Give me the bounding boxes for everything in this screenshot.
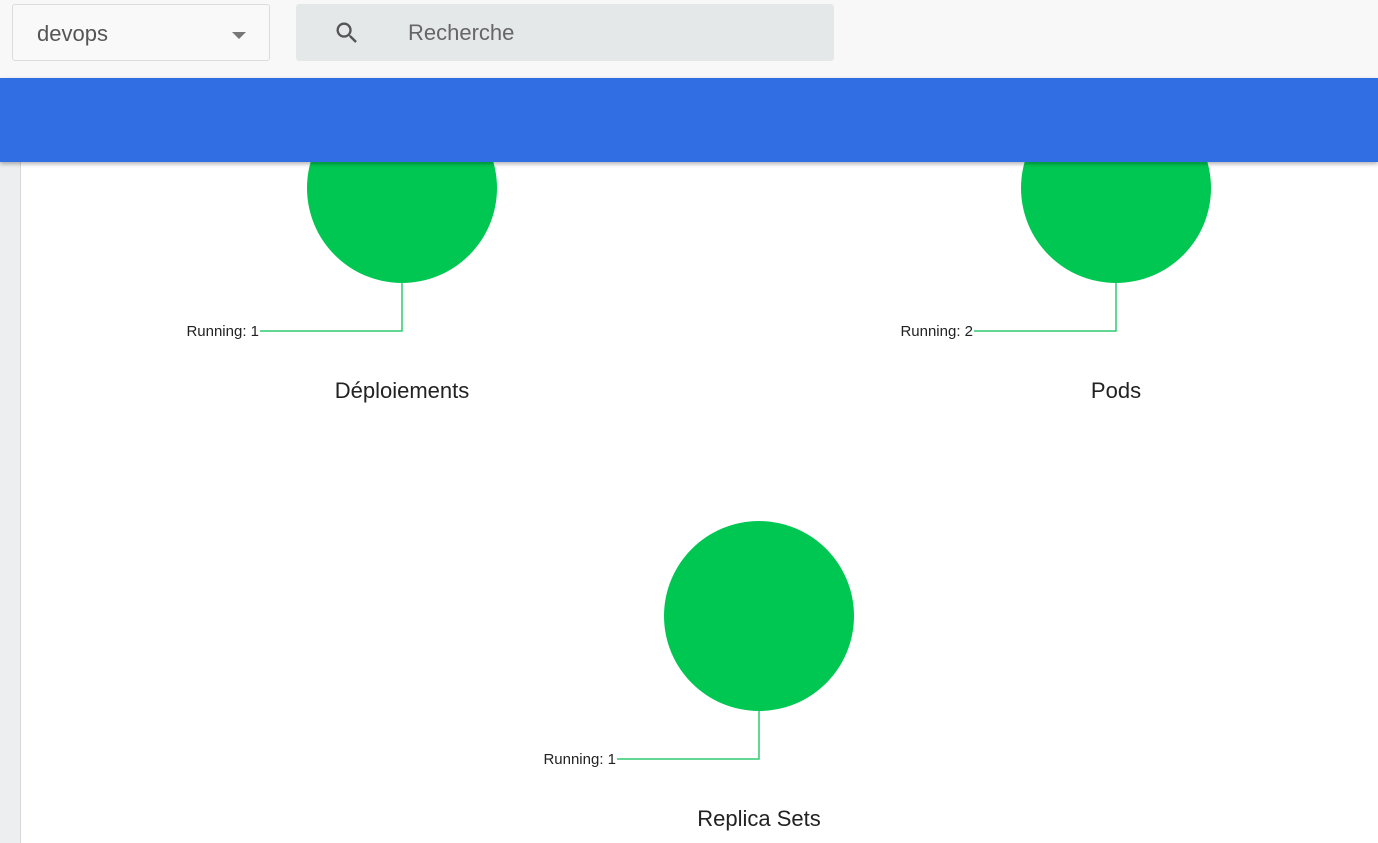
namespace-select[interactable]: devops bbox=[12, 4, 270, 61]
label-leader-line bbox=[617, 711, 760, 760]
page-title-bar bbox=[0, 78, 1378, 162]
chevron-down-icon bbox=[232, 32, 246, 39]
slice-label: Running: 2 bbox=[900, 323, 973, 340]
top-toolbar: devops bbox=[0, 0, 1378, 78]
search-bar bbox=[296, 4, 834, 61]
chart-title: Pods bbox=[1091, 378, 1141, 403]
search-input[interactable] bbox=[406, 14, 810, 52]
label-leader-line bbox=[974, 283, 1117, 332]
slice-label: Running: 1 bbox=[543, 751, 616, 768]
search-icon bbox=[336, 22, 357, 43]
namespace-value: devops bbox=[37, 21, 108, 46]
label-leader-line bbox=[260, 283, 403, 332]
pie-slice-running bbox=[664, 521, 854, 711]
chart-title: Replica Sets bbox=[697, 806, 821, 831]
chart-title: Déploiements bbox=[335, 378, 470, 403]
slice-label: Running: 1 bbox=[186, 323, 259, 340]
sidebar-scroll-edge bbox=[0, 162, 21, 843]
